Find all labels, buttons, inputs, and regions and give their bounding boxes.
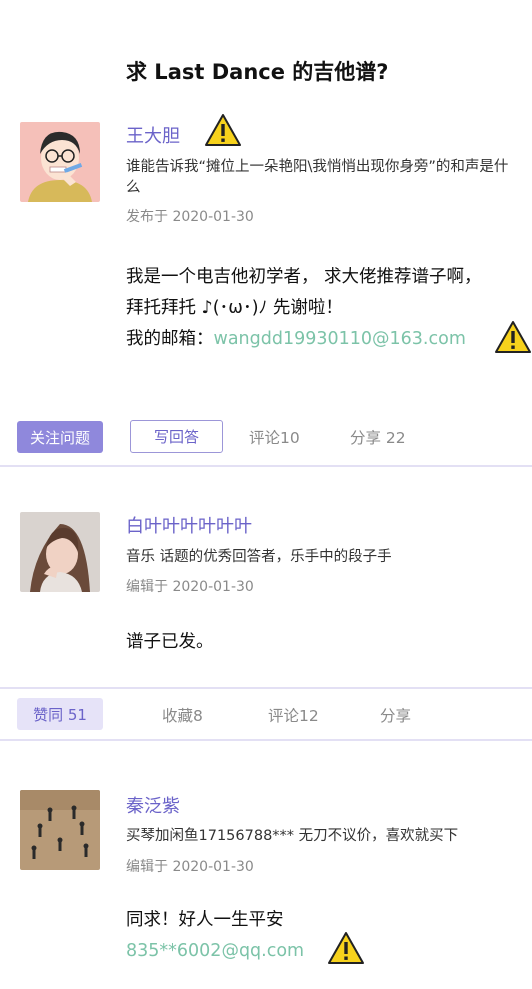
question-body-email-line: 我的邮箱：wangdd19930110@163.com	[126, 324, 466, 354]
question-body-line-2: 拜托拜托 ♪(･ω･)ﾉ 先谢啦！	[126, 298, 343, 318]
question-publish-date: 发布于 2020-01-30	[126, 209, 254, 225]
divider	[0, 739, 532, 741]
follow-question-button[interactable]: 关注问题	[17, 421, 103, 453]
answer-1-author-bio: 音乐 话题的优秀回答者，乐手中的段子手	[126, 549, 392, 565]
divider	[0, 465, 532, 467]
answer-1-edit-date: 编辑于 2020-01-30	[126, 579, 254, 595]
like-button[interactable]: 赞同 51	[17, 698, 103, 730]
avatar-answer-1[interactable]	[20, 512, 100, 592]
answer-1-share-button[interactable]: 分享	[380, 704, 411, 726]
answer-2-body: 同求！好人一生平安	[126, 910, 284, 930]
favorite-button[interactable]: 收藏8	[162, 704, 203, 726]
email-label: 我的邮箱：	[126, 329, 214, 349]
answer-2-author-name[interactable]: 秦泛紫	[126, 792, 180, 818]
avatar-answer-2[interactable]	[20, 790, 100, 870]
warning-icon	[495, 321, 531, 353]
email-link[interactable]: wangdd19930110@163.com	[214, 329, 466, 349]
write-answer-button[interactable]: 写回答	[130, 420, 223, 453]
question-author-bio: 谁能告诉我“摊位上一朵艳阳\我悄悄出现你身旁”的和声是什么	[126, 159, 509, 196]
question-comment-button[interactable]: 评论10	[249, 426, 300, 448]
question-title: 求 Last Dance 的吉他谱?	[126, 60, 389, 84]
question-author-name[interactable]: 王大胆	[126, 122, 180, 148]
answer-1-author-name[interactable]: 白叶叶叶叶叶叶	[126, 512, 252, 538]
answer-1-body: 谱子已发。	[126, 632, 214, 652]
warning-icon	[328, 932, 364, 964]
divider	[0, 687, 532, 689]
answer-2-email-link[interactable]: 835**6002@qq.com	[126, 936, 304, 966]
question-share-button[interactable]: 分享 22	[350, 426, 406, 448]
question-body-line-1: 我是一个电吉他初学者， 求大佬推荐谱子啊，	[126, 267, 482, 287]
answer-2-author-bio: 买琴加闲鱼17156788*** 无刀不议价，喜欢就买下	[126, 828, 459, 844]
answer-1-comment-button[interactable]: 评论12	[268, 704, 319, 726]
avatar-question-author[interactable]	[20, 122, 100, 202]
warning-icon	[205, 114, 241, 146]
answer-2-edit-date: 编辑于 2020-01-30	[126, 859, 254, 875]
